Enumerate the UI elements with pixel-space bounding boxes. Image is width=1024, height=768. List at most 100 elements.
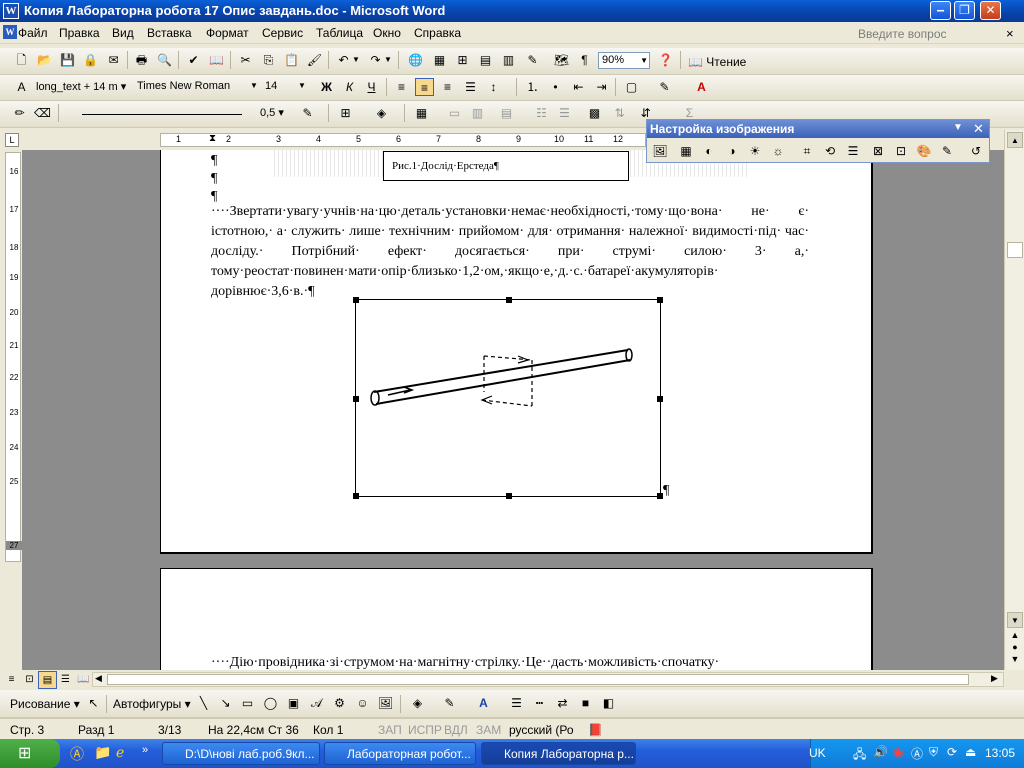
select-objects-icon[interactable]: ↖ [84, 694, 103, 712]
text-direction-icon[interactable]: ⇅ [610, 104, 629, 122]
line-style-draw-icon[interactable]: ☰ [507, 694, 526, 712]
insert-table-icon[interactable]: ⊞ [453, 51, 472, 69]
drawing-menu-button[interactable]: Рисование ▾ [10, 697, 80, 711]
font-select[interactable]: Times New Roman [137, 80, 230, 92]
less-contrast-icon[interactable]: ◑ [722, 142, 742, 160]
rectangle-icon[interactable]: ▭ [238, 694, 257, 712]
new-icon[interactable]: 🗋 [12, 51, 31, 69]
tray-network-icon[interactable]: 🖧 [853, 745, 866, 766]
draw-table-icon[interactable]: ✏ [10, 104, 29, 122]
align-left-icon[interactable]: ≡ [392, 78, 411, 96]
bold-icon[interactable]: Ж [317, 78, 336, 96]
font-dropdown-icon[interactable]: ▼ [250, 81, 258, 90]
menu-format[interactable]: Формат [206, 26, 249, 40]
outside-border-icon[interactable]: ⊞ [336, 104, 355, 122]
tab-selector[interactable]: L [5, 133, 19, 147]
tray-security-icon[interactable]: ⛨ [929, 745, 938, 760]
status-rec[interactable]: ЗАП [378, 723, 402, 737]
resize-handle[interactable] [657, 297, 663, 303]
style-select[interactable]: long_text + 14 m ▾ [36, 80, 126, 93]
close-button[interactable]: ✕ [980, 1, 1001, 20]
menu-window[interactable]: Окно [373, 26, 401, 40]
spelling-icon[interactable]: ✔ [184, 51, 203, 69]
resize-handle[interactable] [353, 493, 359, 499]
page2-paragraph[interactable]: ····Дію·провідника·зі·струмом·на·магнітн… [211, 655, 719, 670]
undo-dropdown-icon[interactable]: ▼ [351, 51, 361, 69]
dash-style-icon[interactable]: ┅ [530, 694, 549, 712]
scroll-left-icon[interactable]: ◀ [95, 673, 102, 684]
picture-icon[interactable]: 🖼 [376, 694, 395, 712]
zoom-select[interactable]: 90% ▼ [598, 52, 650, 69]
arrow-icon[interactable]: ↘ [216, 694, 235, 712]
restore-button[interactable]: ❐ [954, 1, 975, 20]
align-right-icon[interactable]: ≡ [438, 78, 457, 96]
insert-table-tb-icon[interactable]: ▦ [412, 104, 431, 122]
highlight-icon[interactable]: ✎ [655, 78, 674, 96]
help-icon[interactable]: ❓ [656, 51, 675, 69]
indent-marker-icon[interactable]: ⧗ [209, 133, 216, 144]
increase-indent-icon[interactable]: ⇥ [592, 78, 611, 96]
copy-icon[interactable]: ⎘ [259, 51, 278, 69]
research-icon[interactable]: 📖 [207, 51, 226, 69]
less-brightness-icon[interactable]: ☼ [768, 142, 788, 160]
borders-icon[interactable]: ▢ [622, 78, 641, 96]
tray-usb-icon[interactable]: ⏏ [965, 745, 976, 759]
tables-borders-icon[interactable]: ▦ [430, 51, 449, 69]
email-icon[interactable]: ✉ [104, 51, 123, 69]
numbering-icon[interactable]: ⒈ [523, 78, 542, 96]
toolbar-close-icon[interactable]: ✕ [973, 121, 984, 137]
text-wrapping-icon[interactable]: ⊡ [891, 142, 911, 160]
font-size-select[interactable]: 14 [265, 80, 277, 92]
horizontal-ruler[interactable]: 1 2 3 4 5 6 7 8 9 10 11 12 ⧗ [160, 133, 646, 147]
size-dropdown-icon[interactable]: ▼ [298, 81, 306, 90]
shadow-icon[interactable]: ■ [576, 694, 595, 712]
distribute-rows-icon[interactable]: ☷ [532, 104, 551, 122]
styles-formatting-icon[interactable]: A [12, 78, 31, 96]
language-indicator[interactable]: UK [809, 746, 826, 760]
next-page-icon[interactable]: ▼ [1007, 654, 1023, 666]
document-map-icon[interactable]: 🗺 [552, 51, 571, 69]
autoformat-icon[interactable]: ▩ [585, 104, 604, 122]
redo-dropdown-icon[interactable]: ▼ [383, 51, 393, 69]
rotate-icon[interactable]: ⟲ [820, 142, 840, 160]
reading-mode-button[interactable]: 📖 Чтение [688, 55, 746, 69]
h-scroll-thumb[interactable] [107, 674, 969, 685]
diagram-icon[interactable]: ⚙ [330, 694, 349, 712]
print-preview-icon[interactable]: 🔍 [155, 51, 174, 69]
shading-color-icon[interactable]: ◈ [372, 104, 391, 122]
tray-avast-icon[interactable]: Ⓐ [911, 745, 923, 762]
task-word-1[interactable]: Лабораторная робот... [324, 742, 476, 765]
start-button[interactable]: ⊞ [0, 739, 60, 768]
quicklaunch-avast-icon[interactable]: Ⓐ [70, 744, 84, 764]
status-language[interactable]: русский (Ро [509, 723, 574, 737]
more-contrast-icon[interactable]: ◐ [699, 142, 719, 160]
decrease-indent-icon[interactable]: ⇤ [569, 78, 588, 96]
web-view-icon[interactable]: ⊡ [20, 671, 39, 689]
set-transparent-icon[interactable]: ✎ [937, 142, 957, 160]
line-icon[interactable]: ╲ [194, 694, 213, 712]
resize-handle[interactable] [506, 297, 512, 303]
color-icon[interactable]: ▦ [676, 142, 696, 160]
align-center-icon[interactable]: ≡ [415, 78, 434, 96]
body-paragraph[interactable]: ····Звертати·увагу·учнів·на·цю·деталь·ус… [211, 202, 809, 302]
quicklaunch-folder-icon[interactable]: 📁 [94, 744, 111, 761]
document-area[interactable]: ¶ ¶ ¶ Рис.1·Дослід·Ерстеда¶ ····Звертати… [22, 150, 1004, 670]
resize-handle[interactable] [353, 297, 359, 303]
scroll-thumb[interactable] [1007, 242, 1023, 258]
drawing-font-color-icon[interactable]: A [474, 694, 493, 712]
hyperlink-icon[interactable]: 🌐 [406, 51, 425, 69]
quicklaunch-more-icon[interactable]: » [142, 744, 148, 756]
scroll-up-icon[interactable]: ▲ [1007, 132, 1023, 148]
toolbar-options-icon[interactable]: ▼ [953, 122, 963, 133]
resize-handle[interactable] [657, 396, 663, 402]
textbox-icon[interactable]: ▣ [284, 694, 303, 712]
normal-view-icon[interactable]: ≡ [2, 671, 21, 689]
outline-view-icon[interactable]: ☰ [56, 671, 75, 689]
line-spacing-icon[interactable]: ↕ [484, 78, 503, 96]
align-cell-icon[interactable]: ▤ [497, 104, 516, 122]
vertical-ruler[interactable]: 16 17 18 19 20 21 22 23 24 25 27 [5, 152, 22, 562]
close-document-icon[interactable]: × [1006, 26, 1014, 41]
menu-help[interactable]: Справка [414, 26, 461, 40]
clock[interactable]: 13:05 [985, 746, 1015, 760]
figure-caption[interactable]: Рис.1·Дослід·Ерстеда¶ [383, 151, 629, 181]
